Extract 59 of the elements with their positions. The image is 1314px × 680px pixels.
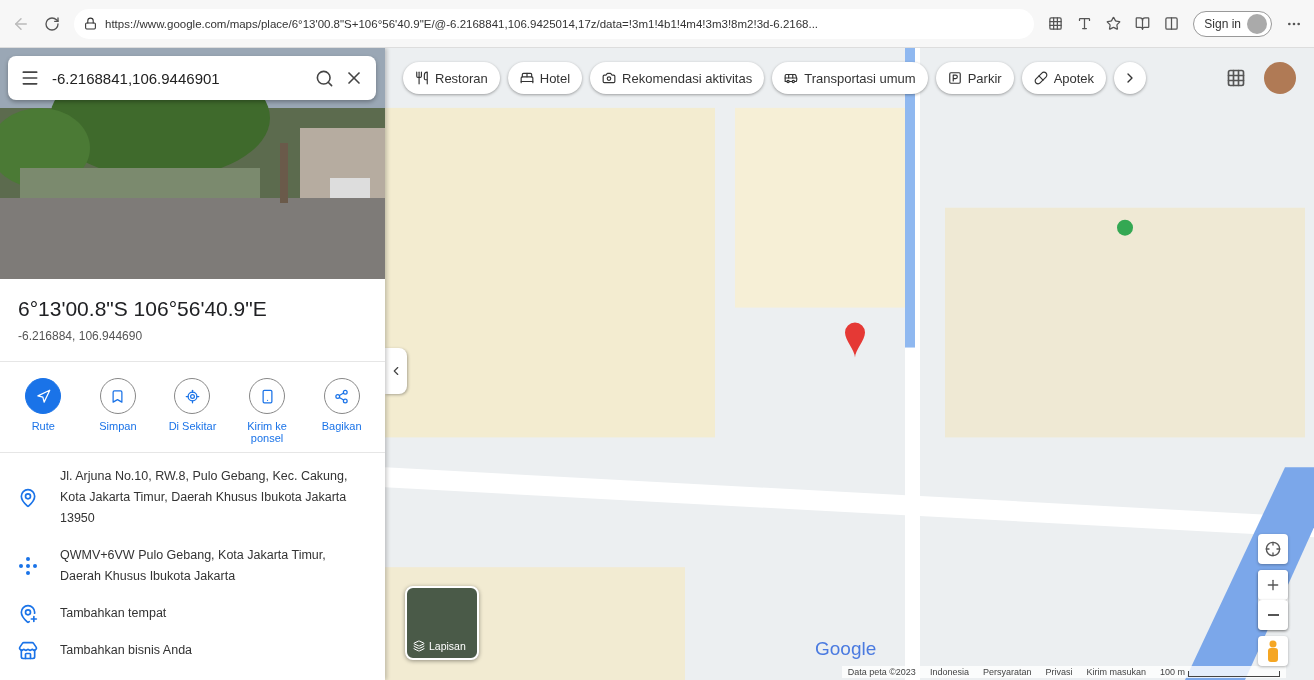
footer-text: Data peta ©2023 [847,667,916,677]
camera-icon [602,71,617,85]
pegman-icon [1266,640,1280,662]
store-icon [18,640,38,661]
category-chip[interactable]: Rekomendasi aktivitas [590,62,765,94]
phone-icon [259,388,275,404]
bed-icon [519,71,534,85]
action-button[interactable]: Kirim ke ponsel [233,378,302,444]
plus-icon [1265,577,1281,593]
category-chip[interactable]: Apotek [1021,62,1107,94]
action-button[interactable]: Simpan [83,378,152,444]
footer-link[interactable]: Persyaratan [982,667,1032,677]
action-button[interactable]: Rute [9,378,78,444]
reload-icon[interactable] [44,15,60,32]
address-bar[interactable]: https://www.google.com/maps/place/6°13'00.8"S+106°56'40.9"E/@-6.2168841,106.9425014,17z/data=!3m1!4b1!4m4!3m3!8m2!3d-6.2168... [74,8,1035,39]
directions-icon [35,388,51,404]
action-button[interactable]: Di Sekitar [158,378,227,444]
sign-in-button[interactable]: Sign in [1193,10,1272,37]
location-icon [1265,541,1281,557]
bookmark-icon [110,388,126,404]
star-icon[interactable] [1106,16,1122,31]
grid-icon[interactable] [1048,16,1064,31]
footer-text: Indonesia [929,667,969,677]
map-pin-icon [18,487,38,508]
avatar-icon [1247,13,1267,34]
category-chip[interactable]: Parkir [935,62,1014,94]
pill-icon [1033,71,1048,85]
zoom-out-button[interactable] [1258,600,1288,630]
add-pin-icon [18,603,38,624]
category-chip[interactable]: Restoran [403,62,500,94]
zoom-in-button[interactable] [1258,570,1288,600]
dots-icon [18,556,38,576]
parking-icon [947,71,962,85]
apps-icon[interactable] [1226,68,1246,88]
layers-button[interactable]: Lapisan [405,586,479,660]
google-logo: Google [815,638,877,660]
detail-text: Jl. Arjuna No.10, RW.8, Pulo Gebang, Kec. Cakung, Kota Jakarta Timur, Daerah Khusus Ibukota Jakarta 13950 [60,468,349,527]
detail-link[interactable]: Tambahkan bisnis Anda [60,640,193,661]
scale-bar: 100 m [1160,667,1280,677]
share-icon [334,388,350,404]
footer-link[interactable]: Kirim masukan [1086,667,1146,677]
category-chip[interactable]: Hotel [507,62,583,94]
footer-link[interactable]: Privasi [1045,667,1073,677]
lock-icon [84,17,97,30]
fork-knife-icon [415,71,429,85]
bus-icon [784,71,799,85]
action-button[interactable]: Bagikan [307,378,376,444]
coordinates-text: -6.216884, 106.944690 [18,329,144,343]
detail-text: QWMV+6VW Pulo Gebang, Kota Jakarta Timur, Daerah Khusus Ibukota Jakarta [60,547,327,585]
detail-link[interactable]: Tambahkan tempat [60,603,167,624]
layers-icon [413,640,425,652]
my-location-button[interactable] [1258,534,1288,564]
read-aloud-icon[interactable] [1077,16,1093,31]
collections-icon[interactable] [1164,16,1180,31]
minus-icon [1267,614,1279,616]
category-chip[interactable]: Transportasi umum [772,62,928,94]
nearby-icon [185,388,200,404]
favorites-icon[interactable] [1135,16,1151,31]
place-title: 6°13'00.8"S 106°56'40.9"E [18,297,268,321]
